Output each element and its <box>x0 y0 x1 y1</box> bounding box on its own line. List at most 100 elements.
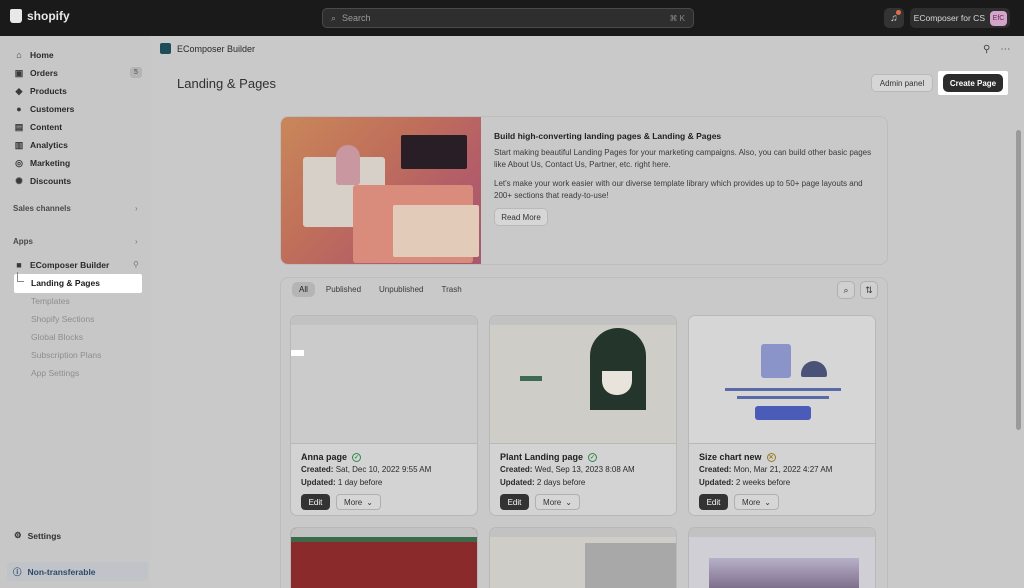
shopify-logo[interactable]: shopify <box>10 9 70 23</box>
page-card[interactable] <box>290 527 478 588</box>
non-transferable-badge[interactable]: ⓘ Non-transferable <box>7 562 148 581</box>
more-horizontal-icon[interactable]: ⋯ <box>1000 44 1010 55</box>
chevron-down-icon: ⌄ <box>764 497 771 507</box>
updated-label: Updated: <box>301 478 336 487</box>
sidebar-subitem-global-blocks[interactable]: Global Blocks <box>31 332 83 342</box>
sidebar-item-ecomposer-builder[interactable]: ■ EComposer Builder <box>14 260 109 270</box>
edit-button[interactable]: Edit <box>301 494 330 510</box>
store-menu-button[interactable]: EComposer for CS EfC <box>910 8 1010 28</box>
page-card[interactable]: Size chart new ✕ Created: Mon, Mar 21, 20… <box>688 315 876 516</box>
chart-icon: ▥ <box>14 139 24 150</box>
thumbnail-header <box>490 528 676 537</box>
sidebar-item-label: Customers <box>30 104 75 114</box>
thumbnail-line <box>725 388 841 391</box>
sidebar-item-customers[interactable]: ● Customers <box>14 104 74 114</box>
app-header: EComposer Builder <box>160 43 255 54</box>
scrollbar[interactable] <box>1016 130 1021 430</box>
card-title: Anna page ✓ <box>301 452 362 462</box>
search-icon: ⌕ <box>843 284 849 295</box>
thumbnail-header <box>291 316 477 325</box>
gear-icon: ⚙ <box>14 530 22 540</box>
more-button[interactable]: More ⌄ <box>535 494 580 510</box>
apps-heading[interactable]: Apps <box>13 237 33 246</box>
content-icon: ▤ <box>14 121 24 132</box>
page-card[interactable]: Plant Landing page ✓ Created: Wed, Sep 13… <box>489 315 677 516</box>
sidebar-subitem-shopify-sections[interactable]: Shopify Sections <box>31 314 94 324</box>
sales-channels-heading[interactable]: Sales channels <box>13 204 71 213</box>
sidebar <box>0 36 150 588</box>
sidebar-subitem-landing-pages[interactable]: Landing & Pages <box>14 272 142 293</box>
sidebar-subitem-app-settings[interactable]: App Settings <box>31 368 79 378</box>
illustration-shape <box>336 145 360 185</box>
store-name: EComposer for CS <box>913 13 985 23</box>
thumbnail-line <box>737 396 829 399</box>
tab-published[interactable]: Published <box>319 282 368 297</box>
sidebar-item-discounts[interactable]: ✺ Discounts <box>14 176 72 187</box>
pin-icon[interactable]: ⚲ <box>983 44 990 55</box>
sidebar-item-label: Orders <box>30 68 58 78</box>
sidebar-item-products[interactable]: ◆ Products <box>14 86 67 97</box>
thumbnail-band <box>291 537 477 542</box>
sidebar-subitem-subscription-plans[interactable]: Subscription Plans <box>31 350 101 360</box>
bag-illustration <box>761 344 791 378</box>
thumbnail-element <box>291 350 304 356</box>
tree-connector-icon <box>17 272 24 282</box>
page-thumbnail <box>291 316 477 444</box>
chevron-right-icon[interactable]: › <box>135 204 138 213</box>
page-card[interactable] <box>688 527 876 588</box>
page-thumbnail <box>490 316 676 444</box>
created-value: Wed, Sep 13, 2023 8:08 AM <box>534 465 635 474</box>
sidebar-item-content[interactable]: ▤ Content <box>14 121 62 133</box>
tab-unpublished[interactable]: Unpublished <box>372 282 430 297</box>
card-title-text: Anna page <box>301 452 348 462</box>
sort-button[interactable]: ⇅ <box>860 281 878 299</box>
read-more-button[interactable]: Read More <box>494 208 548 226</box>
more-button[interactable]: More ⌄ <box>734 494 779 510</box>
page-card[interactable]: Anna page ✓ Created: Sat, Dec 10, 2022 9:… <box>290 315 478 516</box>
sort-icon: ⇅ <box>865 284 873 295</box>
sidebar-item-label: Analytics <box>30 140 68 150</box>
search-input[interactable]: ⌕ Search ⌘ K <box>322 8 694 28</box>
card-title-text: Plant Landing page <box>500 452 584 462</box>
app-title: EComposer Builder <box>177 43 256 54</box>
card-updated: Updated: 1 day before <box>301 478 382 487</box>
sidebar-item-marketing[interactable]: ◎ Marketing <box>14 158 71 169</box>
notification-dot <box>896 10 901 15</box>
sidebar-item-label: Products <box>30 86 67 96</box>
ecomposer-logo-icon <box>160 43 171 54</box>
sidebar-item-label: Marketing <box>30 158 71 168</box>
search-icon: ⌕ <box>331 12 337 23</box>
sidebar-item-analytics[interactable]: ▥ Analytics <box>14 139 68 151</box>
sidebar-item-orders[interactable]: ▣ Orders <box>14 68 58 79</box>
page-card[interactable] <box>489 527 677 588</box>
card-title: Size chart new ✕ <box>699 452 776 462</box>
search-shortcut: ⌘ K <box>669 13 685 23</box>
avatar: EfC <box>990 10 1007 26</box>
create-page-button[interactable]: Create Page <box>943 74 1003 92</box>
more-label: More <box>742 497 761 507</box>
edit-button[interactable]: Edit <box>500 494 529 510</box>
sidebar-subitem-templates[interactable]: Templates <box>31 296 70 306</box>
more-button[interactable]: More ⌄ <box>336 494 381 510</box>
top-bar: shopify ⌕ Search ⌘ K ♫ EComposer for CS … <box>0 0 1024 36</box>
chevron-right-icon[interactable]: › <box>135 237 138 246</box>
sidebar-item-label: Discounts <box>30 176 72 186</box>
edit-button[interactable]: Edit <box>699 494 728 510</box>
card-created: Created: Mon, Mar 21, 2022 4:27 AM <box>699 465 832 474</box>
thumbnail-header <box>689 528 875 537</box>
tab-trash[interactable]: Trash <box>435 282 469 297</box>
pin-icon[interactable]: ⚲ <box>133 260 139 269</box>
updated-value: 2 weeks before <box>735 478 791 487</box>
sidebar-subitem-label: Landing & Pages <box>31 278 100 288</box>
sidebar-item-settings[interactable]: ⚙ Settings <box>14 530 61 541</box>
page-thumbnail <box>689 316 875 444</box>
info-icon: ⓘ <box>13 566 22 577</box>
orders-count-badge: 5 <box>130 67 142 78</box>
notifications-button[interactable]: ♫ <box>884 8 904 28</box>
x-circle-icon: ✕ <box>766 452 776 462</box>
search-button[interactable]: ⌕ <box>837 281 855 299</box>
filter-tabs: All Published Unpublished Trash <box>292 282 469 297</box>
sidebar-item-home[interactable]: ⌂ Home <box>14 50 53 60</box>
tab-all[interactable]: All <box>292 282 315 297</box>
admin-panel-button[interactable]: Admin panel <box>871 74 933 92</box>
